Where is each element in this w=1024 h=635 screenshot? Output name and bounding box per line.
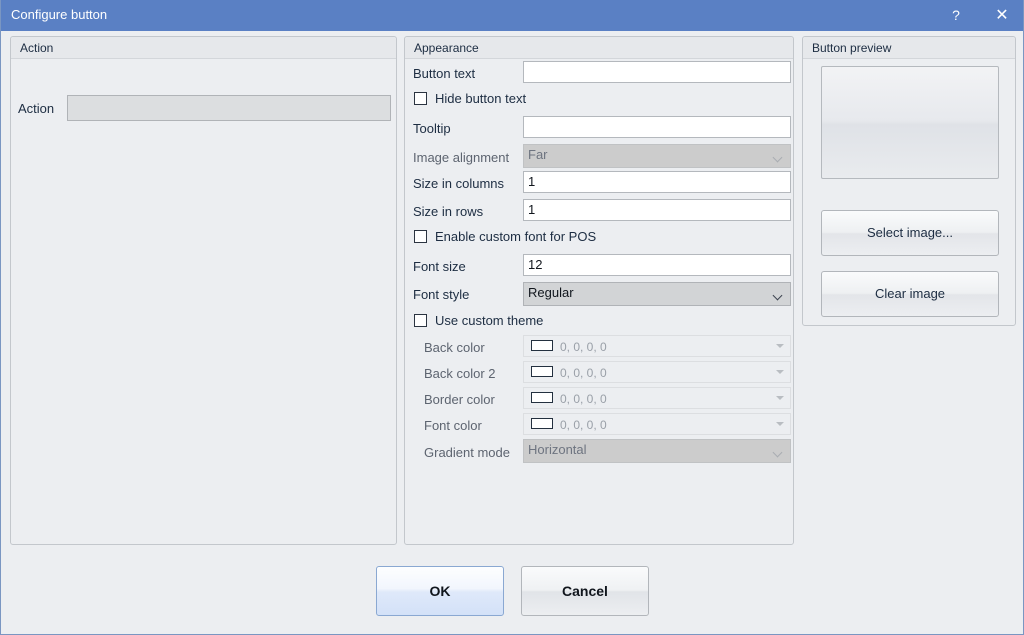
image-alignment-value: Far [528, 147, 548, 162]
gradient-mode-select: Horizontal [523, 439, 791, 463]
button-preview-group: Button preview Select image... Clear ima… [802, 36, 1016, 326]
back-color-picker: 0, 0, 0, 0 [523, 335, 791, 357]
font-color-label: Font color [424, 418, 482, 433]
checkbox-icon [414, 92, 427, 105]
color-swatch-icon [531, 392, 553, 403]
size-in-columns-input[interactable]: 1 [523, 171, 791, 193]
size-in-rows-label: Size in rows [413, 204, 483, 219]
button-text-input[interactable] [523, 61, 791, 83]
checkbox-icon [414, 314, 427, 327]
enable-custom-font-label: Enable custom font for POS [435, 229, 596, 244]
appearance-group-title: Appearance [414, 41, 479, 55]
window-title: Configure button [11, 7, 107, 22]
chevron-down-icon [776, 344, 784, 348]
checkbox-icon [414, 230, 427, 243]
chevron-down-icon [774, 154, 783, 159]
font-style-select[interactable]: Regular [523, 282, 791, 306]
color-swatch-icon [531, 418, 553, 429]
close-icon[interactable]: ✕ [979, 0, 1024, 31]
size-in-rows-input[interactable]: 1 [523, 199, 791, 221]
gradient-mode-label: Gradient mode [424, 445, 510, 460]
button-preview-area [821, 66, 999, 179]
hide-button-text-label: Hide button text [435, 91, 526, 106]
tooltip-input[interactable] [523, 116, 791, 138]
chevron-down-icon [776, 396, 784, 400]
titlebar: Configure button ? ✕ [1, 0, 1024, 31]
button-text-label: Button text [413, 66, 475, 81]
back-color-2-value: 0, 0, 0, 0 [560, 365, 607, 381]
image-alignment-label: Image alignment [413, 150, 509, 165]
tooltip-label: Tooltip [413, 121, 451, 136]
font-size-label: Font size [413, 259, 466, 274]
action-group-header [11, 37, 396, 59]
font-style-label: Font style [413, 287, 469, 302]
back-color-2-label: Back color 2 [424, 366, 496, 381]
action-label: Action [18, 101, 54, 116]
action-select[interactable] [67, 95, 391, 121]
border-color-value: 0, 0, 0, 0 [560, 391, 607, 407]
chevron-down-icon [776, 422, 784, 426]
back-color-label: Back color [424, 340, 485, 355]
help-icon[interactable]: ? [933, 0, 979, 31]
font-style-value: Regular [528, 285, 574, 300]
image-alignment-select: Far [523, 144, 791, 168]
font-color-value: 0, 0, 0, 0 [560, 417, 607, 433]
preview-group-title: Button preview [812, 41, 891, 55]
ok-button[interactable]: OK [376, 566, 504, 616]
border-color-label: Border color [424, 392, 495, 407]
color-swatch-icon [531, 340, 553, 351]
border-color-picker: 0, 0, 0, 0 [523, 387, 791, 409]
chevron-down-icon [774, 292, 783, 297]
back-color-2-picker: 0, 0, 0, 0 [523, 361, 791, 383]
action-group-title: Action [20, 41, 53, 55]
font-size-input[interactable]: 12 [523, 254, 791, 276]
gradient-mode-value: Horizontal [528, 442, 587, 457]
color-swatch-icon [531, 366, 553, 377]
chevron-down-icon [776, 370, 784, 374]
back-color-value: 0, 0, 0, 0 [560, 339, 607, 355]
use-custom-theme-label: Use custom theme [435, 313, 543, 328]
appearance-group: Appearance Button text Hide button text … [404, 36, 794, 545]
action-group: Action Action [10, 36, 397, 545]
size-in-columns-label: Size in columns [413, 176, 504, 191]
clear-image-button[interactable]: Clear image [821, 271, 999, 317]
cancel-button[interactable]: Cancel [521, 566, 649, 616]
chevron-down-icon [774, 449, 783, 454]
font-color-picker: 0, 0, 0, 0 [523, 413, 791, 435]
configure-button-dialog: Configure button ? ✕ Action Action Appea… [0, 0, 1024, 635]
select-image-button[interactable]: Select image... [821, 210, 999, 256]
